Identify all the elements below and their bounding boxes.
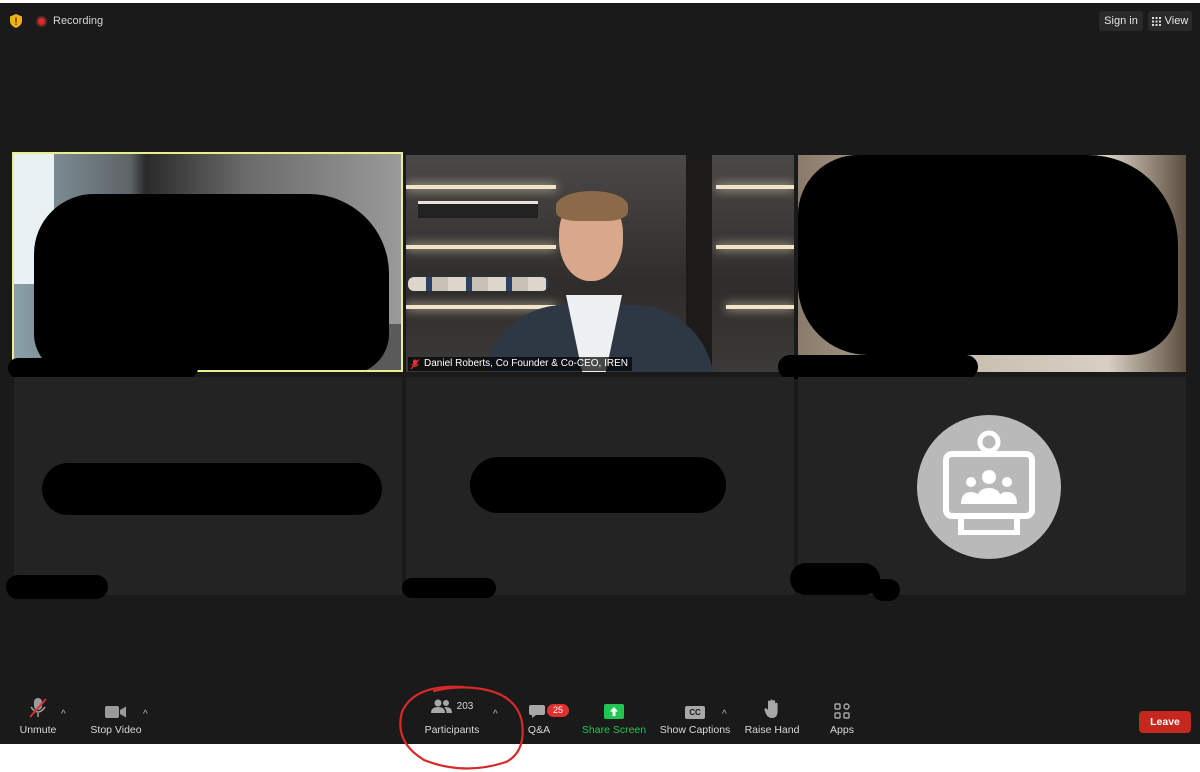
speaker-name-tag: Daniel Roberts, Co Founder & Co-CEO, IRE… [408,357,632,371]
raise-hand-button[interactable]: Raise Hand [744,693,800,744]
unmute-label: Unmute [19,724,57,736]
redaction-scribble [790,563,880,595]
meeting-window: Recording Sign in View Daniel Roberts, C… [0,3,1200,744]
view-button[interactable]: View [1148,11,1192,31]
view-label: View [1164,15,1189,27]
video-tile-speaker[interactable]: Daniel Roberts, Co Founder & Co-CEO, IRE… [406,155,794,372]
share-screen-button[interactable]: Share Screen [582,693,646,744]
apps-icon [834,703,850,719]
redaction-scribble [778,355,978,379]
apps-label: Apps [830,724,854,736]
ship-model [418,201,538,218]
video-tile[interactable] [14,377,402,595]
apps-button[interactable]: Apps [826,693,858,744]
redaction-scribble [6,575,108,599]
redaction-scribble [42,463,382,515]
video-tile-active[interactable] [12,152,403,372]
recording-indicator[interactable]: Recording [36,13,103,29]
redaction-scribble [402,578,496,598]
muted-mic-icon [410,358,420,369]
meeting-controls-toolbar: Unmute ^ Stop Video ^ 203 Participants ^… [0,693,1200,744]
qa-count-badge: 25 [547,704,569,717]
speaker-name: Daniel Roberts, Co Founder & Co-CEO, IRE… [424,358,628,369]
recording-label: Recording [53,15,104,27]
video-options-caret[interactable]: ^ [143,709,148,720]
redaction-scribble [8,358,198,378]
audio-options-caret[interactable]: ^ [61,709,66,720]
redaction-scribble [798,155,1178,355]
leave-button[interactable]: Leave [1139,711,1191,733]
shelf [716,245,794,249]
shelf [406,305,556,309]
redaction-scribble [872,579,900,601]
share-screen-icon [604,704,624,719]
caps [408,277,548,291]
shelf [406,185,556,189]
record-icon [36,15,47,27]
grid-icon [1151,16,1161,26]
closed-captions-icon: CC [685,706,705,719]
video-tile[interactable] [406,377,794,595]
room-system-icon [917,415,1061,559]
redaction-scribble [34,194,389,370]
sign-in-button[interactable]: Sign in [1099,11,1143,31]
shield-icon[interactable] [10,14,22,28]
raise-hand-icon [764,699,778,718]
shelf [726,305,794,309]
shelf [406,245,556,249]
show-captions-button[interactable]: CC Show Captions [660,693,730,744]
unmute-button[interactable]: Unmute [18,693,58,744]
person-hair [556,191,628,221]
stop-video-label: Stop Video [90,724,142,736]
raise-hand-label: Raise Hand [744,724,800,736]
top-bar: Recording Sign in View [0,3,1200,37]
show-captions-label: Show Captions [659,724,731,736]
video-tile[interactable] [798,155,1186,372]
shelf [716,185,794,189]
redaction-scribble [470,457,726,513]
share-screen-label: Share Screen [581,724,647,736]
annotation-circle [399,685,524,770]
muted-mic-icon [29,698,47,718]
video-camera-icon [105,706,126,718]
captions-options-caret[interactable]: ^ [722,709,727,720]
stop-video-button[interactable]: Stop Video [90,693,142,744]
